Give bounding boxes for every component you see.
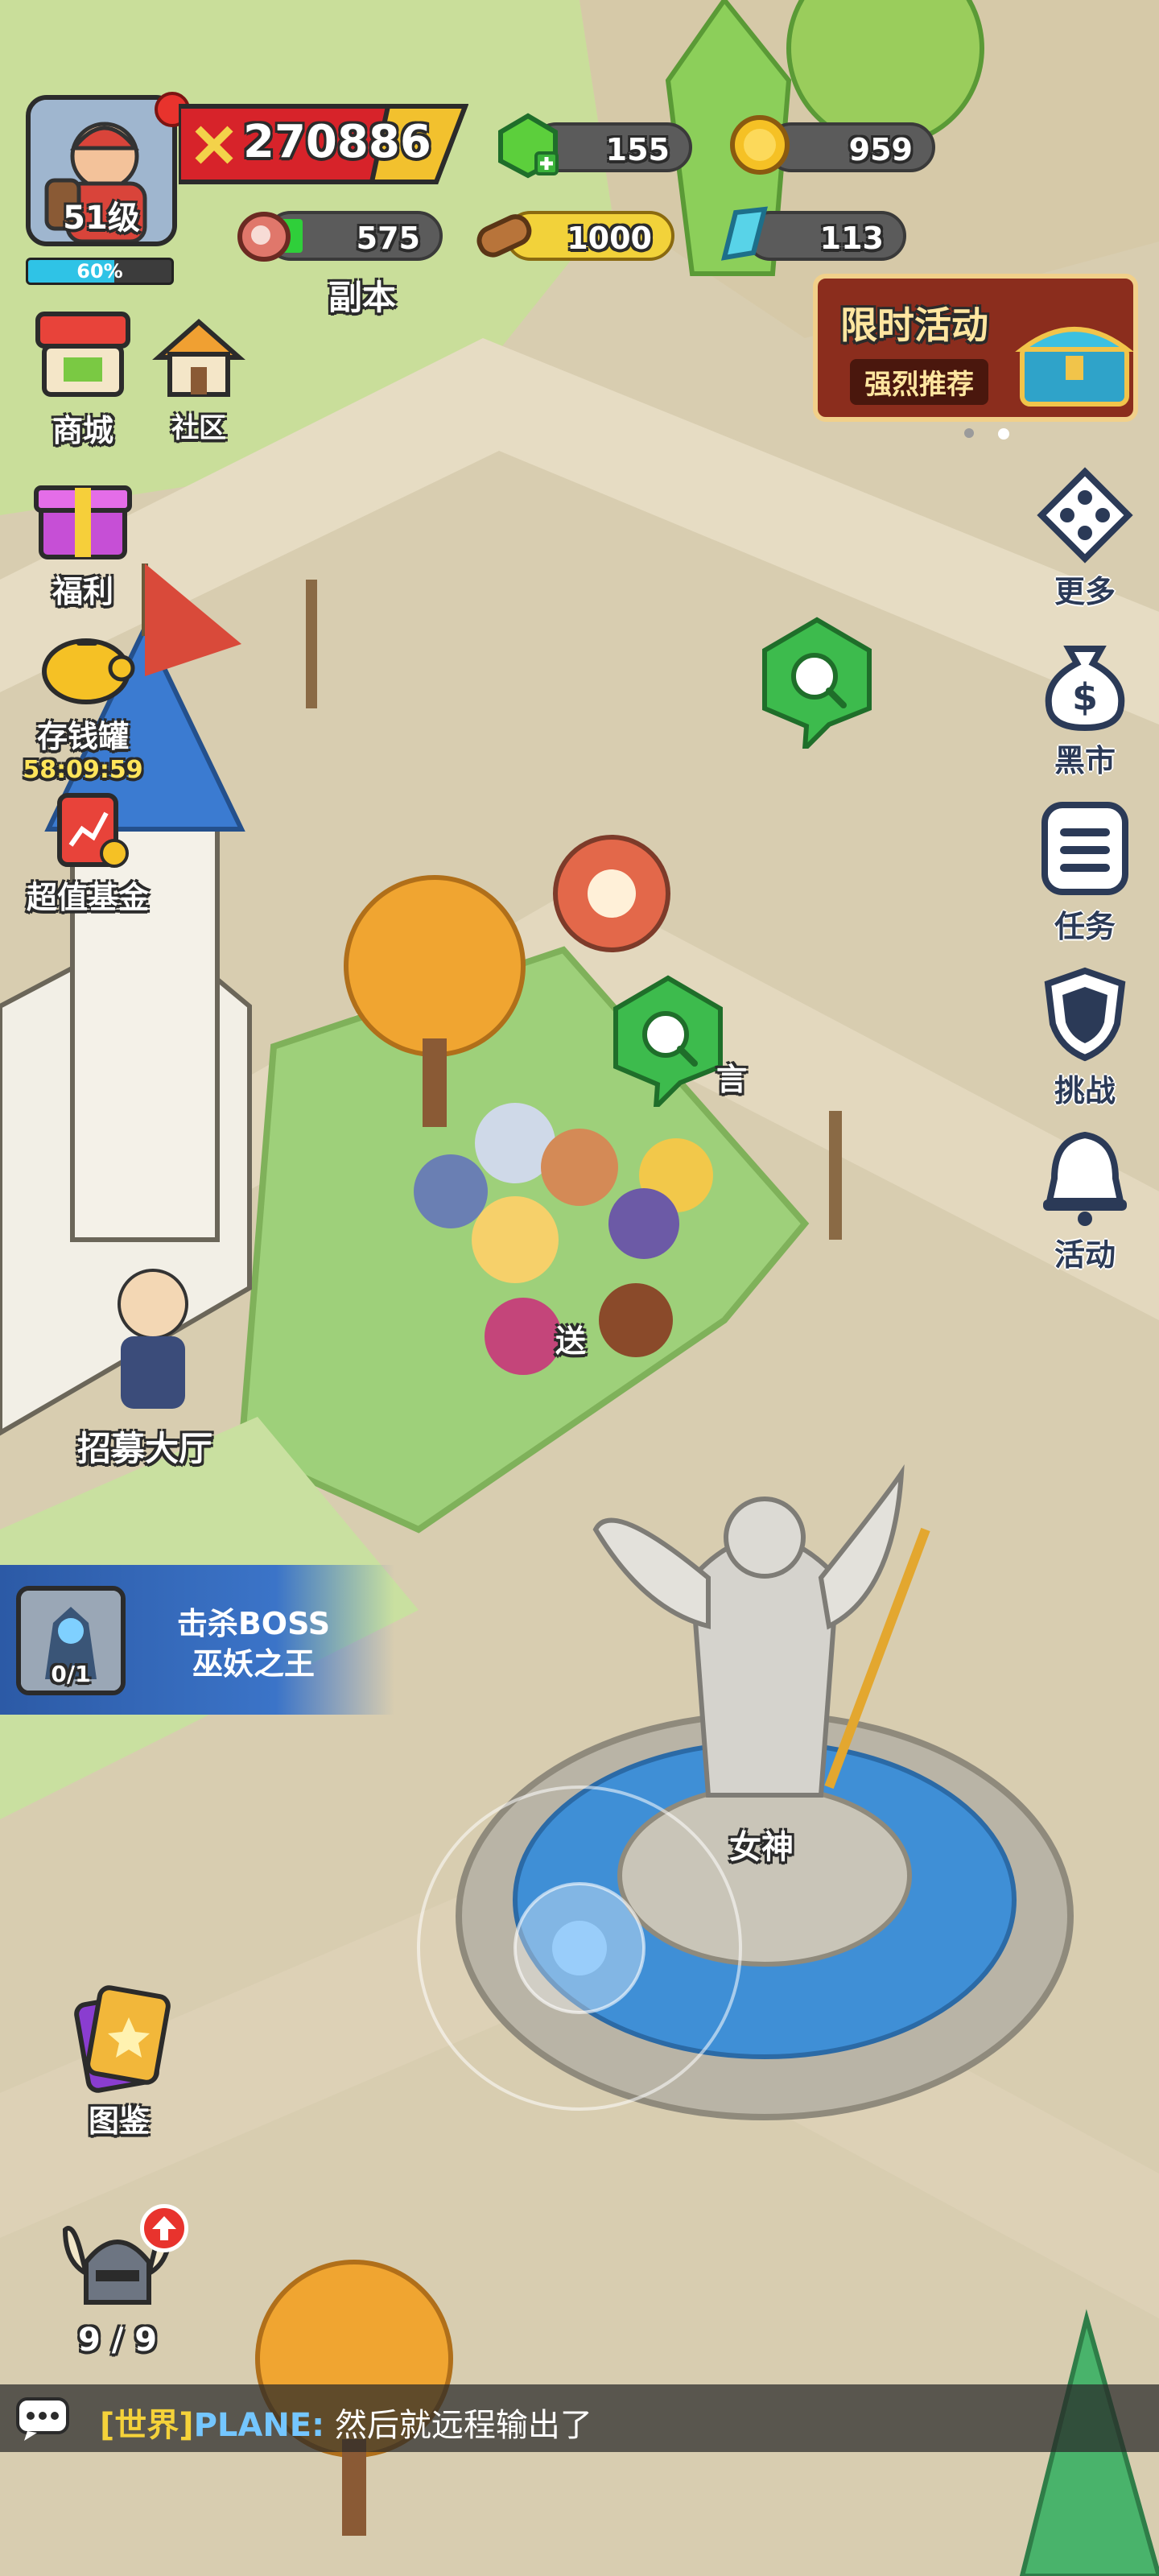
green-gem-plus-icon[interactable] <box>494 111 562 179</box>
quest-tracker[interactable]: 0/1 击杀BOSS 巫妖之王 <box>0 1565 394 1715</box>
inspect-bubble[interactable] <box>608 970 728 1113</box>
treasure-chest-icon <box>1015 327 1133 407</box>
event-banner-title: 限时活动 <box>840 303 988 347</box>
piggy-bank-label: 存钱罐 <box>36 719 129 754</box>
black-market-label: 黑市 <box>1054 743 1116 778</box>
player-avatar[interactable]: 51级 <box>26 95 177 246</box>
welfare-label: 福利 <box>52 574 113 609</box>
collection-label: 图鉴 <box>88 2103 150 2139</box>
gem-value: 155 <box>605 132 670 167</box>
more-button[interactable]: 更多 <box>1021 467 1149 611</box>
challenge-button[interactable]: 挑战 <box>1021 963 1149 1110</box>
chat-text: 然后就远程输出了 <box>334 2407 592 2444</box>
tasks-button[interactable]: 任务 <box>1021 799 1149 946</box>
fund-chart-icon <box>57 793 129 868</box>
chat-bar[interactable]: [世界]PLANE: 然后就远程输出了 <box>0 2384 1159 2452</box>
crossed-swords-icon <box>195 126 233 164</box>
quest-line-2: 巫妖之王 <box>192 1646 315 1682</box>
quest-progress: 0/1 <box>51 1661 91 1687</box>
piggy-bank-timer: 58:09:59 <box>23 756 143 784</box>
coin-value: 959 <box>848 132 913 167</box>
player-level: 51级 <box>63 200 140 237</box>
events-button[interactable]: 活动 <box>1021 1127 1149 1274</box>
inspect-bubble[interactable] <box>757 612 877 755</box>
exp-percent: 60% <box>76 260 123 283</box>
wood-value: 1000 <box>567 221 652 256</box>
card-book-icon <box>74 1985 171 2093</box>
community-button[interactable]: 社区 <box>138 314 259 445</box>
event-banner-subtitle: 强烈推荐 <box>850 359 988 405</box>
piggy-bank-button[interactable]: 存钱罐 58:09:59 <box>14 628 151 784</box>
events-label: 活动 <box>1054 1237 1116 1273</box>
limited-event-banner[interactable]: 限时活动 强烈推荐 <box>813 274 1138 422</box>
shop-stall-icon <box>35 312 130 397</box>
teleport-label[interactable]: 送 <box>555 1316 586 1360</box>
chat-bubble-icon[interactable] <box>14 2396 71 2442</box>
chat-message-line: [世界]PLANE: 然后就远程输出了 <box>100 2399 592 2446</box>
gift-box-icon <box>34 485 132 559</box>
shop-label: 商城 <box>52 413 113 448</box>
welfare-button[interactable]: 福利 <box>14 467 151 611</box>
task-list-icon <box>1041 802 1128 895</box>
bell-icon <box>1043 1131 1127 1226</box>
partial-building-label: 言 <box>716 1062 748 1097</box>
arrow-up-icon <box>152 2216 176 2240</box>
boss-portrait: 0/1 <box>16 1586 126 1695</box>
banner-page-dot-active[interactable] <box>998 428 1009 440</box>
money-bag-icon: $ <box>1045 646 1125 732</box>
piggy-bank-icon <box>42 638 135 704</box>
shield-icon <box>1044 967 1126 1062</box>
exp-bar: 60% <box>26 258 174 285</box>
banner-page-dot[interactable] <box>964 428 974 438</box>
more-label: 更多 <box>1054 574 1116 609</box>
community-label: 社区 <box>171 412 226 444</box>
shop-button[interactable]: 商城 <box>14 306 151 450</box>
wood-log-icon <box>476 214 532 258</box>
black-market-button[interactable]: $ 黑市 <box>1021 633 1149 780</box>
house-icon <box>152 319 245 397</box>
goddess-statue-label[interactable]: 女神 <box>729 1821 794 1868</box>
combat-power-value: 270886 <box>243 116 431 168</box>
recruit-hall-label[interactable]: 招募大厅 <box>77 1422 212 1471</box>
value-fund-label: 超值基金 <box>26 880 149 915</box>
challenge-label: 挑战 <box>1054 1073 1116 1108</box>
gold-coin-icon <box>730 115 790 175</box>
value-fund-button[interactable]: 超值基金 <box>11 789 164 917</box>
crystal-value: 113 <box>819 221 884 256</box>
chat-sender: PLANE: <box>193 2407 325 2444</box>
tasks-label: 任务 <box>1054 909 1116 944</box>
svg-text:$: $ <box>1072 675 1098 719</box>
quest-line-1: 击杀BOSS <box>176 1606 331 1641</box>
chat-channel: [世界] <box>100 2407 194 2444</box>
meat-icon <box>237 212 291 262</box>
hero-count: 9 / 9 <box>77 2322 158 2359</box>
upgrade-arrow-badge <box>140 2204 188 2252</box>
meat-value: 575 <box>356 221 420 256</box>
blue-crystal-icon <box>720 206 768 261</box>
combat-power-panel[interactable]: 270886 <box>179 101 468 187</box>
more-grid-icon <box>1037 467 1133 564</box>
collection-button[interactable]: 图鉴 <box>47 1980 192 2140</box>
dungeon-label[interactable]: 副本 <box>328 270 396 320</box>
